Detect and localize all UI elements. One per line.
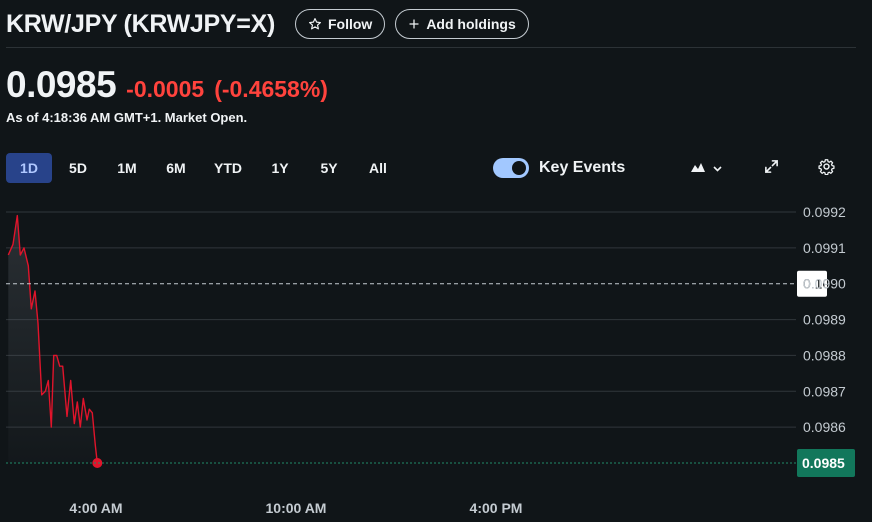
- price-change-percent: (-0.4658%): [214, 76, 328, 102]
- plus-icon: [408, 18, 420, 30]
- y-tick-label: 0.0991: [803, 240, 846, 256]
- expand-icon: [764, 159, 779, 179]
- mountain-chart-icon: [690, 160, 706, 178]
- y-tick-label: 0.0987: [803, 383, 846, 399]
- current-price: 0.0985: [6, 64, 117, 105]
- range-5d[interactable]: 5D: [55, 153, 101, 183]
- header-divider: [6, 47, 856, 48]
- last-point-marker[interactable]: [92, 458, 103, 468]
- page-title: KRW/JPY (KRWJPY=X): [6, 9, 275, 38]
- follow-button[interactable]: Follow: [294, 9, 386, 39]
- price-change: -0.0005: [126, 76, 205, 102]
- y-tick-label: 0.0988: [803, 347, 846, 363]
- x-tick-label: 10:00 AM: [266, 500, 327, 516]
- range-selector: 1D 5D 1M 6M YTD 1Y 5Y All: [6, 153, 404, 183]
- current-price-label: 0.0985: [802, 455, 845, 471]
- range-1m[interactable]: 1M: [104, 153, 150, 183]
- expand-button[interactable]: [758, 156, 784, 182]
- chevron-down-icon: [713, 166, 722, 172]
- range-6m[interactable]: 6M: [153, 153, 199, 183]
- chart-type-button[interactable]: [686, 156, 726, 182]
- settings-button[interactable]: [813, 156, 839, 182]
- quote-price-row: 0.0985 -0.0005 (-0.4658%): [6, 64, 328, 106]
- y-tick-label: 0.0990: [803, 276, 846, 292]
- key-events-control: Key Events: [493, 158, 625, 178]
- key-events-label: Key Events: [539, 159, 626, 176]
- y-tick-label: 0.0986: [803, 419, 846, 435]
- market-status: As of 4:18:36 AM GMT+1. Market Open.: [6, 110, 248, 125]
- y-tick-label: 0.0992: [803, 204, 846, 220]
- x-tick-label: 4:00 AM: [69, 500, 122, 516]
- y-tick-label: 0.0989: [803, 312, 846, 328]
- x-tick-label: 4:00 PM: [470, 500, 523, 516]
- range-1d[interactable]: 1D: [6, 153, 52, 183]
- range-ytd[interactable]: YTD: [202, 153, 254, 183]
- gear-icon: [817, 158, 835, 180]
- follow-label: Follow: [327, 16, 373, 32]
- add-holdings-button[interactable]: Add holdings: [395, 9, 529, 39]
- star-icon: [308, 17, 322, 31]
- range-all[interactable]: All: [355, 153, 401, 183]
- price-chart[interactable]: 0.100.0985 0.09920.09910.09900.09890.098…: [0, 195, 872, 522]
- range-5y[interactable]: 5Y: [306, 153, 352, 183]
- quote-header: KRW/JPY (KRWJPY=X) Follow Add holdings: [6, 4, 856, 44]
- add-holdings-label: Add holdings: [426, 16, 516, 32]
- toggle-knob: [512, 161, 526, 175]
- range-1y[interactable]: 1Y: [257, 153, 303, 183]
- key-events-toggle[interactable]: [493, 158, 529, 178]
